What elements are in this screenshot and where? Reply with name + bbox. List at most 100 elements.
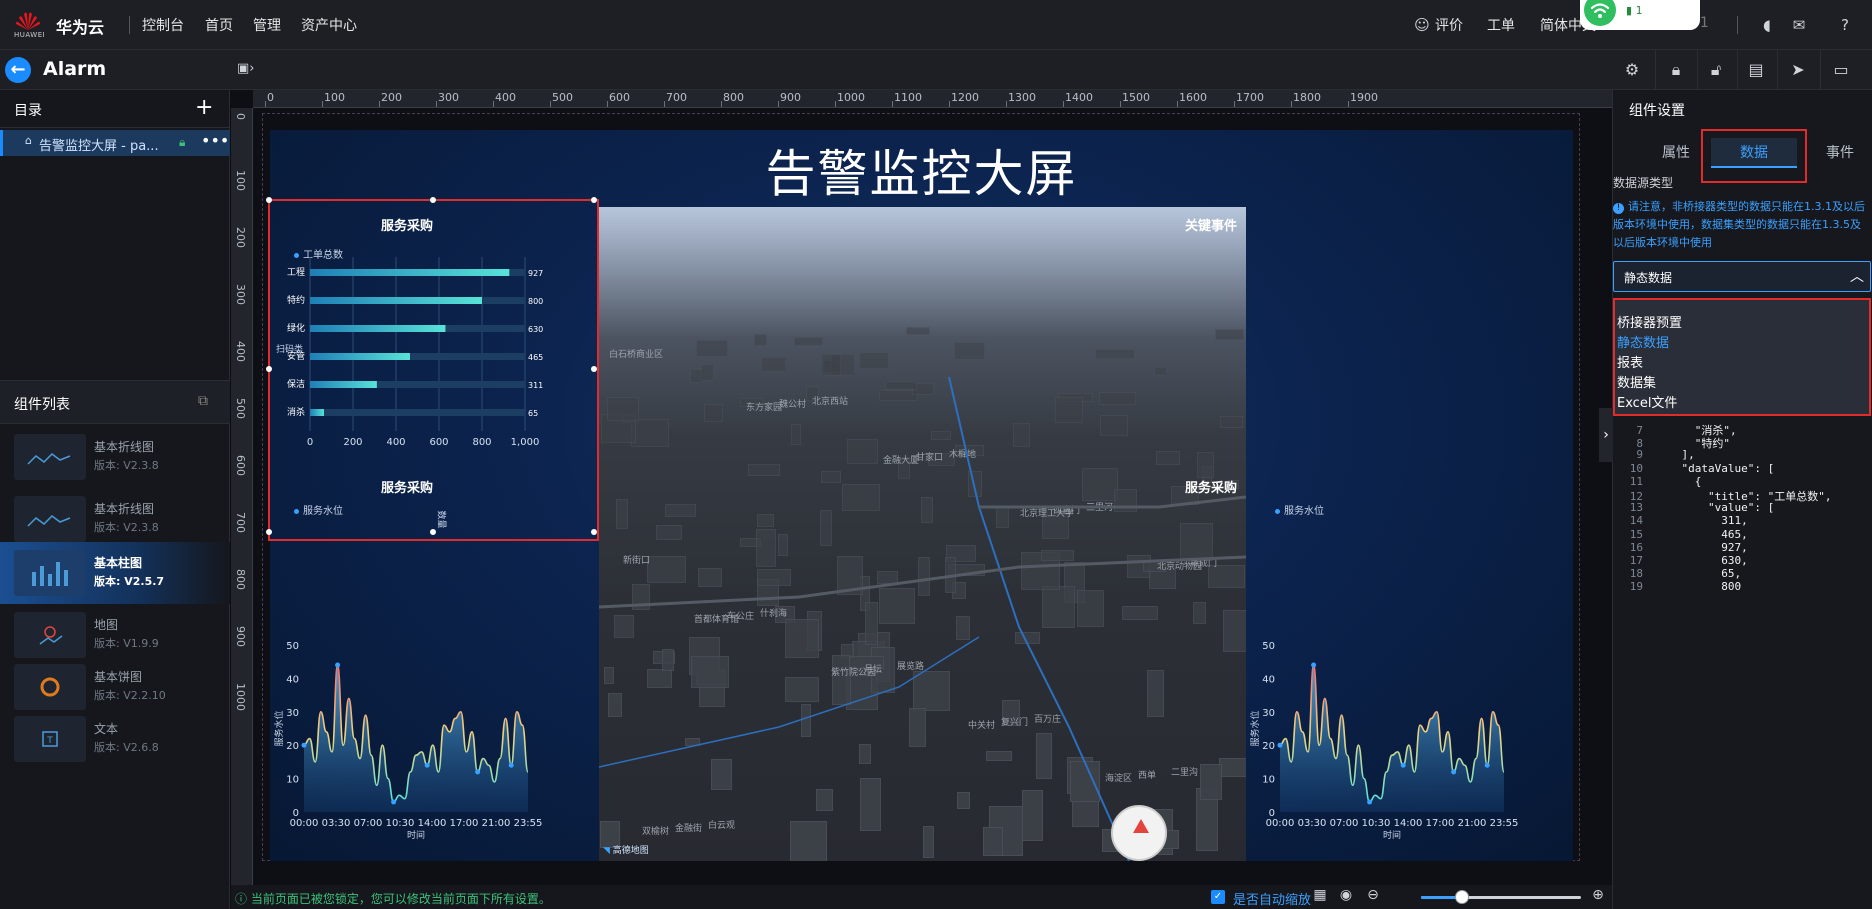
- nav-manage[interactable]: 管理: [253, 15, 281, 35]
- component-item-line-1[interactable]: 基本折线图 版本: V2.3.8: [0, 426, 230, 488]
- svg-text:T: T: [46, 736, 53, 746]
- speaker-icon[interactable]: ◖: [1756, 14, 1778, 36]
- component-version: 版本: V1.9.9: [94, 637, 159, 650]
- resize-handle[interactable]: [430, 529, 436, 535]
- legend-dot: [1275, 508, 1280, 514]
- ruler-label: 0: [234, 113, 247, 120]
- component-item-text[interactable]: T 文本 版本: V2.6.8: [0, 708, 230, 770]
- code-line: 14 311,: [1613, 514, 1748, 527]
- mail-icon[interactable]: ✉: [1788, 14, 1810, 36]
- data-source-select[interactable]: 静态数据 ︿: [1613, 261, 1871, 292]
- data-code-editor[interactable]: 7 "消杀", 8 "特约" 9 ], 10 "dataValue": [11 {12…: [1613, 422, 1872, 722]
- directory-title: 目录: [14, 103, 42, 119]
- home-icon: ⌂: [25, 134, 32, 147]
- data-point: [1451, 769, 1457, 775]
- ticket-link[interactable]: 工单: [1487, 15, 1515, 35]
- divider: [1655, 50, 1656, 90]
- settings-icon[interactable]: ⚙: [1620, 58, 1644, 82]
- ruler-tick: [1120, 101, 1121, 107]
- back-button[interactable]: ←: [5, 57, 31, 83]
- option-dataset[interactable]: 数据集: [1617, 372, 1656, 391]
- autoscale-checkbox[interactable]: ✓: [1211, 890, 1225, 904]
- ruler-label: 1000: [234, 683, 247, 711]
- line-number: 19: [1629, 580, 1643, 594]
- rate-link[interactable]: 评价: [1435, 15, 1463, 35]
- option-excel[interactable]: Excel文件: [1617, 392, 1677, 411]
- more-icon[interactable]: •••: [201, 131, 229, 150]
- lock-icon[interactable]: 🔒︎: [1664, 58, 1688, 82]
- help-icon[interactable]: ?: [1834, 14, 1856, 36]
- option-static[interactable]: 静态数据: [1617, 332, 1669, 351]
- resize-handle[interactable]: [266, 366, 272, 372]
- panel-toggle-icon[interactable]: ▣›: [237, 61, 261, 79]
- x-tick-label: 00:00: [1266, 818, 1295, 829]
- nav-assets[interactable]: 资产中心: [301, 15, 357, 35]
- divider: [1737, 50, 1738, 90]
- resize-handle[interactable]: [430, 197, 436, 203]
- code-line: 17 630,: [1613, 554, 1748, 567]
- data-point: [424, 762, 430, 768]
- autoscale-label[interactable]: 是否自动缩放: [1233, 889, 1311, 908]
- smile-icon[interactable]: ☺: [1411, 14, 1433, 36]
- resize-handle[interactable]: [591, 197, 597, 203]
- page-lock-icon[interactable]: 🔒︎: [179, 135, 185, 150]
- nav-home[interactable]: 首页: [205, 15, 233, 35]
- option-bridge[interactable]: 桥接器预置: [1617, 312, 1682, 331]
- grid-icon[interactable]: ▦: [1311, 887, 1329, 903]
- data-point: [335, 662, 341, 668]
- compass-control[interactable]: [1111, 805, 1167, 861]
- ruler-tick: [265, 101, 266, 107]
- huawei-logo-icon[interactable]: [14, 10, 42, 32]
- brand-name[interactable]: 华为云: [56, 14, 104, 38]
- ruler-horizontal: 0 100 200 300 400 500 600 700 800 900 1000 1100 1200…: [253, 90, 1612, 108]
- zoom-out-icon[interactable]: ⊖: [1364, 887, 1382, 903]
- component-item-line-2[interactable]: 基本折线图 版本: V2.3.8: [0, 488, 230, 550]
- screen-title[interactable]: 告警监控大屏: [270, 134, 1573, 206]
- data-point: [301, 742, 307, 748]
- resize-handle[interactable]: [591, 529, 597, 535]
- ruler-label: 900: [234, 626, 247, 647]
- zoom-slider-handle[interactable]: [1455, 890, 1469, 904]
- ruler-label: 1200: [951, 91, 979, 104]
- zoom-in-icon[interactable]: ⊕: [1589, 887, 1607, 903]
- page-list-item[interactable]: ⌂ 告警监控大屏 - pa... 🔒︎ •••: [0, 130, 230, 156]
- resize-handle[interactable]: [591, 366, 597, 372]
- ruler-label: 1300: [1008, 91, 1036, 104]
- left-line-chart[interactable]: 0102030405000:00 03:30 07:00 10:30 14:00 17:0…: [270, 515, 544, 850]
- ruler-label: 400: [234, 341, 247, 362]
- resize-handle[interactable]: [266, 197, 272, 203]
- top-nav-bar: HUAWEI 华为云 控制台 首页 管理 资产中心 ☺ 评价 工单 简体中文 5…: [0, 0, 1872, 50]
- switch-view-icon[interactable]: ⧉: [198, 393, 208, 409]
- selection-frame[interactable]: 数量: [266, 197, 599, 541]
- tab-events[interactable]: 事件: [1797, 138, 1872, 168]
- resize-handle[interactable]: [266, 529, 272, 535]
- area-fill: [1280, 665, 1504, 812]
- eye-icon[interactable]: ◉: [1337, 887, 1355, 903]
- save-icon[interactable]: ▤: [1744, 58, 1768, 82]
- x-tick-label: 14:00: [418, 818, 447, 829]
- y-axis-title: 服务水位: [273, 710, 285, 746]
- ruler-label: 200: [381, 91, 402, 104]
- code-text: "value": [: [1655, 501, 1775, 515]
- data-point: [1367, 799, 1373, 805]
- add-page-icon[interactable]: +: [195, 95, 213, 120]
- ruler-label: 1500: [1122, 91, 1150, 104]
- nav-console[interactable]: 控制台: [142, 15, 184, 35]
- option-report[interactable]: 报表: [1617, 352, 1643, 371]
- ruler-label: 900: [780, 91, 801, 104]
- publish-icon[interactable]: ➤: [1786, 58, 1810, 82]
- preview-icon[interactable]: ▭: [1829, 58, 1853, 82]
- component-settings-panel: 组件设置 属性 数据 事件 数据源类型 ! 请注意，非桥接器类型的数据只能在1.3…: [1599, 90, 1872, 909]
- map-thumb-icon: [14, 612, 86, 658]
- ruler-label: 500: [552, 91, 573, 104]
- component-item-bar[interactable]: 基本柱图 版本: V2.5.7: [0, 542, 230, 604]
- right-line-chart[interactable]: 0102030405000:00 03:30 07:00 10:30 14:00 17:0…: [1246, 515, 1520, 850]
- y-tick-label: 10: [1262, 775, 1275, 786]
- ruler-label: 1700: [1236, 91, 1264, 104]
- data-source-note: ! 请注意，非桥接器类型的数据只能在1.3.1及以后版本环境中使用，数据集类型的数…: [1613, 200, 1865, 249]
- map-widget[interactable]: 白石桥商业区 东方家园 金融大厦 北京理工大学 北京动物园 首都体育馆 紫竹院公园 中关村 海淀…: [599, 207, 1246, 861]
- x-axis-title: 时间: [407, 829, 425, 841]
- ruler-label: 100: [324, 91, 345, 104]
- unlock-icon[interactable]: 🔓︎: [1704, 58, 1728, 82]
- chevron-right-icon[interactable]: ›: [1599, 408, 1613, 462]
